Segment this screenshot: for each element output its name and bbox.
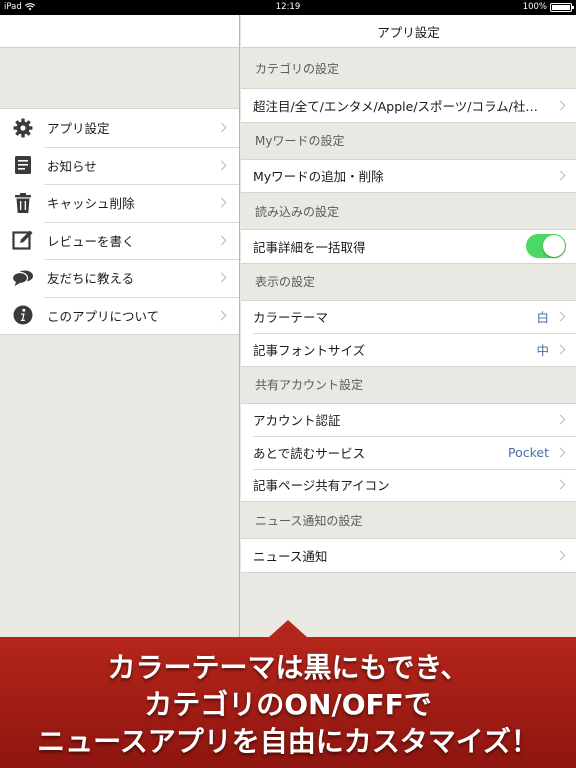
row-label: Myワードの追加・削除 [253, 169, 384, 185]
sidebar-item-notices[interactable]: お知らせ [0, 146, 239, 185]
row-category-select[interactable]: 超注目/全て/エンタメ/Apple/スポーツ/コラム/社… [241, 89, 576, 122]
chevron-right-icon [555, 311, 566, 322]
chevron-right-icon [216, 272, 227, 283]
status-time: 12:19 [275, 2, 301, 12]
row-label: アカウント認証 [253, 413, 341, 429]
chevron-right-icon [555, 447, 566, 458]
sidebar-item-write-review[interactable]: レビューを書く [0, 221, 239, 260]
row-label: あとで読むサービス [253, 445, 366, 461]
row-label: 記事ページ共有アイコン [253, 478, 390, 494]
battery-icon [550, 2, 574, 12]
section-title-category: カテゴリの設定 [255, 61, 340, 76]
sidebar-menu: アプリ設定 お知らせ キャッシュ削除 レビューを書く 友だちに教える このアプリ… [0, 108, 239, 335]
sidebar-item-label: アプリ設定 [47, 121, 110, 137]
promo-banner-text: カラーテーマは黒にもでき、 カテゴリのON/OFFで ニュースアプリを自由にカス… [0, 649, 576, 760]
prefetch-toggle[interactable] [526, 234, 566, 259]
sidebar-item-label: このアプリについて [47, 308, 160, 324]
group-category: 超注目/全て/エンタメ/Apple/スポーツ/コラム/社… [241, 88, 576, 123]
chevron-right-icon [555, 344, 566, 355]
trash-icon [12, 192, 34, 214]
banner-line-1: カラーテーマは黒にもでき、 [107, 651, 469, 684]
row-value: 中 [536, 342, 549, 358]
row-account-auth[interactable]: アカウント認証 [241, 404, 576, 437]
info-icon [12, 304, 34, 326]
banner-pointer [268, 620, 308, 638]
chevron-right-icon [555, 550, 566, 561]
edit-icon [12, 229, 34, 251]
banner-line-3: ニュースアプリを自由にカスタマイズ！ [37, 725, 539, 758]
row-value: Pocket [508, 444, 549, 460]
section-title-loading: 読み込みの設定 [255, 204, 340, 219]
row-label: 記事詳細を一括取得 [253, 239, 366, 255]
battery-percent: 100% [522, 2, 547, 12]
group-notification: ニュース通知 [241, 538, 576, 573]
row-label: カラーテーマ [253, 310, 329, 326]
row-news-notification[interactable]: ニュース通知 [241, 539, 576, 572]
chevron-right-icon [555, 479, 566, 490]
chevron-right-icon [555, 100, 566, 111]
page-title: アプリ設定 [377, 24, 440, 40]
group-share-account: アカウント認証 あとで読むサービス Pocket 記事ページ共有アイコン [241, 402, 576, 502]
sidebar-item-label: キャッシュ削除 [47, 196, 135, 212]
row-label: 超注目/全て/エンタメ/Apple/スポーツ/コラム/社… [253, 98, 538, 114]
sidebar-item-tell-friends[interactable]: 友だちに教える [0, 259, 239, 297]
sidebar-item-label: お知らせ [47, 158, 97, 174]
sidebar-item-clear-cache[interactable]: キャッシュ削除 [0, 184, 239, 222]
row-myword-edit[interactable]: Myワードの追加・削除 [241, 160, 576, 193]
row-prefetch-articles: 記事詳細を一括取得 [241, 230, 576, 263]
section-title-share-account: 共有アカウント設定 [255, 378, 364, 392]
sidebar-item-label: レビューを書く [47, 233, 135, 249]
chevron-right-icon [216, 310, 227, 321]
group-display: カラーテーマ 白 記事フォントサイズ 中 [241, 299, 576, 367]
chevron-right-icon [216, 160, 227, 171]
notice-icon [12, 154, 34, 176]
sidebar-item-about[interactable]: このアプリについて [0, 296, 239, 335]
banner-line-2: カテゴリのON/OFFで [144, 688, 432, 721]
chevron-right-icon [216, 235, 227, 246]
row-share-icons[interactable]: 記事ページ共有アイコン [241, 468, 576, 502]
chevron-right-icon [555, 414, 566, 425]
sidebar-item-label: 友だちに教える [47, 271, 135, 287]
chevron-right-icon [216, 197, 227, 208]
row-font-size[interactable]: 記事フォントサイズ 中 [241, 333, 576, 366]
chevron-right-icon [216, 122, 227, 133]
group-loading: 記事詳細を一括取得 [241, 229, 576, 264]
chat-bubble-icon [12, 267, 34, 289]
row-value: 白 [536, 310, 549, 326]
settings-navbar: アプリ設定 [241, 15, 576, 48]
sidebar-item-app-settings[interactable]: アプリ設定 [0, 109, 239, 147]
section-title-display: 表示の設定 [255, 275, 316, 289]
row-label: ニュース通知 [253, 548, 328, 564]
section-title-myword: Myワードの設定 [255, 134, 345, 148]
row-label: 記事フォントサイズ [253, 342, 366, 358]
chevron-right-icon [555, 170, 566, 181]
row-read-later[interactable]: あとで読むサービス Pocket [241, 436, 576, 469]
row-color-theme[interactable]: カラーテーマ 白 [241, 301, 576, 334]
status-bar: iPad 12:19 100% [0, 0, 576, 15]
section-title-notification: ニュース通知の設定 [255, 513, 363, 528]
group-myword: Myワードの追加・削除 [241, 158, 576, 193]
left-header [0, 15, 239, 48]
gear-icon [12, 117, 34, 139]
